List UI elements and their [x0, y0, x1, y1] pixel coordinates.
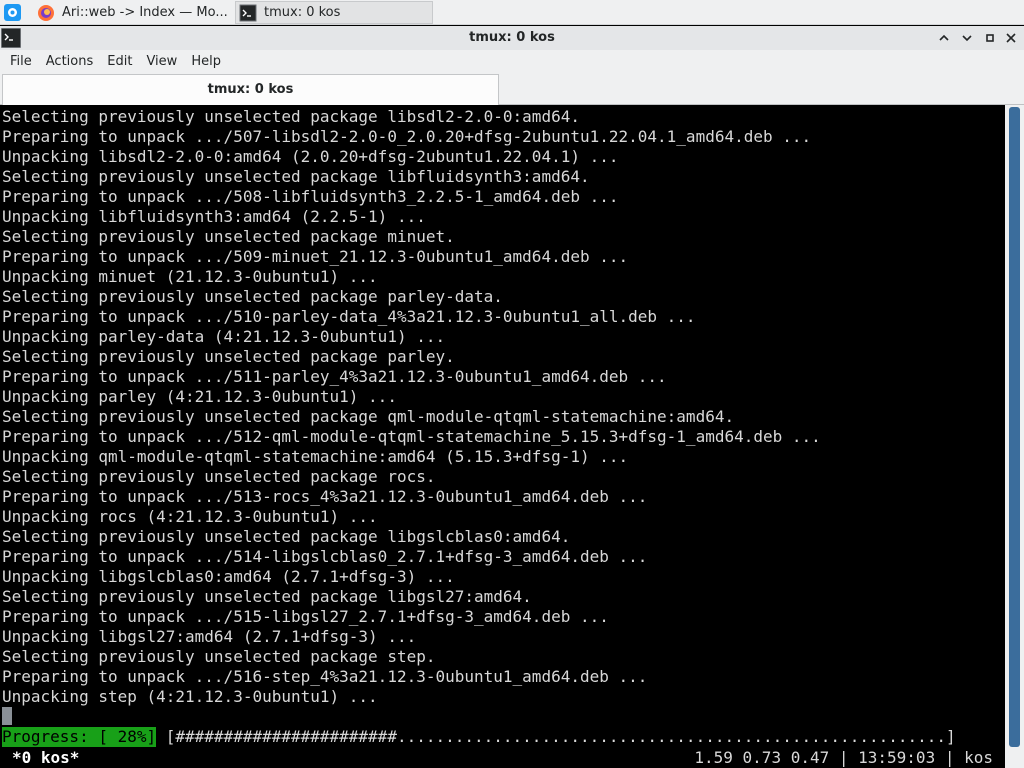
taskbar-task-terminal[interactable]: tmux: 0 kos	[235, 1, 433, 24]
terminal-line: Unpacking libsdl2-2.0-0:amd64 (2.0.20+df…	[2, 147, 619, 166]
terminal-cursor	[2, 707, 12, 725]
terminal-line: Unpacking libgsl27:amd64 (2.7.1+dfsg-3) …	[2, 627, 417, 646]
progress-bar: [#######################................…	[156, 727, 966, 746]
firefox-icon	[38, 4, 54, 21]
close-icon	[1006, 33, 1016, 43]
terminal-line: Unpacking qml-module-qtqml-statemachine:…	[2, 447, 629, 466]
chevron-up-icon	[939, 34, 949, 41]
maximize-icon	[986, 34, 994, 42]
menu-file[interactable]: File	[3, 50, 39, 73]
terminal-line: Selecting previously unselected package …	[2, 467, 436, 486]
chevron-down-icon	[962, 35, 972, 42]
terminal-line: Unpacking minuet (21.12.3-0ubuntu1) ...	[2, 267, 378, 286]
scrollbar-thumb[interactable]	[1009, 107, 1020, 747]
terminal-output: Selecting previously unselected package …	[2, 107, 821, 707]
tmux-status-bar: *0 kos* 1.59 0.73 0.47 | 13:59:03 | kos	[0, 747, 1005, 768]
menu-view[interactable]: View	[139, 50, 184, 73]
tab-bar: tmux: 0 kos	[0, 73, 1024, 105]
tmux-status-right: 1.59 0.73 0.47 | 13:59:03 | kos	[694, 748, 993, 767]
terminal-line: Selecting previously unselected package …	[2, 527, 571, 546]
progress-label: Progress: [ 28%]	[2, 727, 157, 747]
terminal-line: Selecting previously unselected package …	[2, 407, 735, 426]
terminal-line: Selecting previously unselected package …	[2, 587, 532, 606]
terminal-line: Unpacking rocs (4:21.12.3-0ubuntu1) ...	[2, 507, 378, 526]
menu-edit[interactable]: Edit	[100, 50, 139, 73]
terminal-line: Unpacking libgslcblas0:amd64 (2.7.1+dfsg…	[2, 567, 455, 586]
window-titlebar[interactable]: tmux: 0 kos	[0, 26, 1024, 50]
terminal-line: Selecting previously unselected package …	[2, 227, 455, 246]
terminal-line: Unpacking libfluidsynth3:amd64 (2.2.5-1)…	[2, 207, 426, 226]
terminal-line: Preparing to unpack .../511-parley_4%3a2…	[2, 367, 667, 386]
terminal-line: Selecting previously unselected package …	[2, 107, 580, 126]
application-launcher-icon[interactable]	[4, 4, 21, 21]
taskbar-task-firefox[interactable]: Ari::web -> Index — Mo...	[34, 1, 232, 24]
terminal-line: Preparing to unpack .../515-libgsl27_2.7…	[2, 607, 609, 626]
terminal-line: Preparing to unpack .../514-libgslcblas0…	[2, 547, 648, 566]
terminal-line: Selecting previously unselected package …	[2, 287, 503, 306]
terminal-line: Unpacking step (4:21.12.3-0ubuntu1) ...	[2, 687, 378, 706]
tmux-window-list[interactable]: *0 kos*	[12, 747, 79, 768]
terminal-line: Selecting previously unselected package …	[2, 347, 455, 366]
terminal-icon	[239, 4, 257, 21]
window-title: tmux: 0 kos	[469, 30, 555, 45]
minimize-button[interactable]	[957, 28, 977, 48]
terminal-line: Preparing to unpack .../507-libsdl2-2.0-…	[2, 127, 812, 146]
taskbar-task-label: Ari::web -> Index — Mo...	[62, 5, 228, 20]
taskbar: Ari::web -> Index — Mo... tmux: 0 kos	[0, 0, 1024, 25]
maximize-button[interactable]	[980, 28, 1000, 48]
terminal-view[interactable]: Selecting previously unselected package …	[0, 105, 1024, 768]
tab-tmux[interactable]: tmux: 0 kos	[2, 74, 499, 105]
apt-progress: Progress: [ 28%] [######################…	[2, 727, 965, 747]
menu-help[interactable]: Help	[184, 50, 228, 73]
terminal-line: Preparing to unpack .../513-rocs_4%3a21.…	[2, 487, 648, 506]
close-button[interactable]	[1001, 28, 1021, 48]
terminal-line: Selecting previously unselected package …	[2, 647, 436, 666]
terminal-line: Preparing to unpack .../516-step_4%3a21.…	[2, 667, 648, 686]
terminal-line: Preparing to unpack .../509-minuet_21.12…	[2, 247, 629, 266]
terminal-scrollbar[interactable]	[1005, 105, 1024, 768]
terminal-line: Preparing to unpack .../508-libfluidsynt…	[2, 187, 619, 206]
terminal-line: Selecting previously unselected package …	[2, 167, 590, 186]
taskbar-task-label: tmux: 0 kos	[264, 5, 341, 20]
terminal-line: Preparing to unpack .../510-parley-data_…	[2, 307, 696, 326]
terminal-line: Unpacking parley-data (4:21.12.3-0ubuntu…	[2, 327, 446, 346]
keep-above-button[interactable]	[934, 28, 954, 48]
terminal-line: Preparing to unpack .../512-qml-module-q…	[2, 427, 821, 446]
terminal-line: Unpacking parley (4:21.12.3-0ubuntu1) ..…	[2, 387, 397, 406]
menu-actions[interactable]: Actions	[39, 50, 101, 73]
menu-bar: File Actions Edit View Help	[0, 50, 1024, 73]
